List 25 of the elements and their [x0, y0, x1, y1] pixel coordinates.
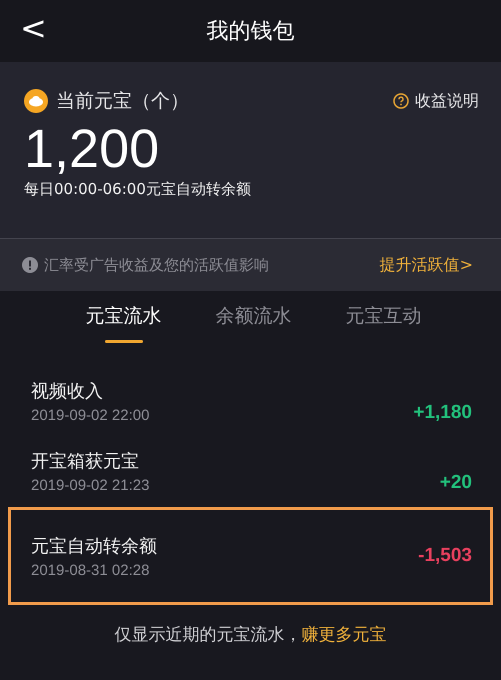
info-icon: [22, 257, 38, 273]
transaction-title: 元宝自动转余额: [31, 534, 157, 558]
page-title: 我的钱包: [206, 18, 294, 46]
tab[interactable]: 余额流水: [216, 303, 292, 343]
coin-icon: [24, 89, 48, 113]
transaction-amount: -1,503: [418, 545, 472, 567]
back-button[interactable]: <: [14, 8, 53, 48]
transaction-time: 2019-09-02 22:00: [31, 407, 150, 424]
transaction-amount: +1,180: [413, 402, 472, 424]
transfer-note: 每日00:00-06:00元宝自动转余额: [24, 180, 252, 199]
earn-more-link[interactable]: 赚更多元宝: [302, 623, 386, 646]
transaction-title: 开宝箱获元宝: [31, 450, 140, 473]
transaction-amount: +20: [440, 472, 472, 494]
tab[interactable]: 元宝互动: [346, 303, 422, 343]
footer-text: 仅显示近期的元宝流水，: [114, 624, 302, 646]
transaction-time: 2019-08-31 02:28: [31, 562, 150, 578]
transaction-title: 视频收入: [31, 380, 104, 403]
help-link[interactable]: 收益说明: [393, 90, 479, 112]
help-icon: [393, 93, 409, 109]
tab[interactable]: 元宝流水: [86, 303, 162, 343]
notice-text: 汇率受广告收益及您的活跃值影响: [44, 256, 269, 274]
boost-activity-link[interactable]: 提升活跃值>: [380, 254, 473, 276]
balance-label: 当前元宝（个）: [56, 89, 189, 114]
balance-amount: 1,200: [24, 118, 160, 180]
transaction-time: 2019-09-02 21:23: [31, 477, 150, 494]
